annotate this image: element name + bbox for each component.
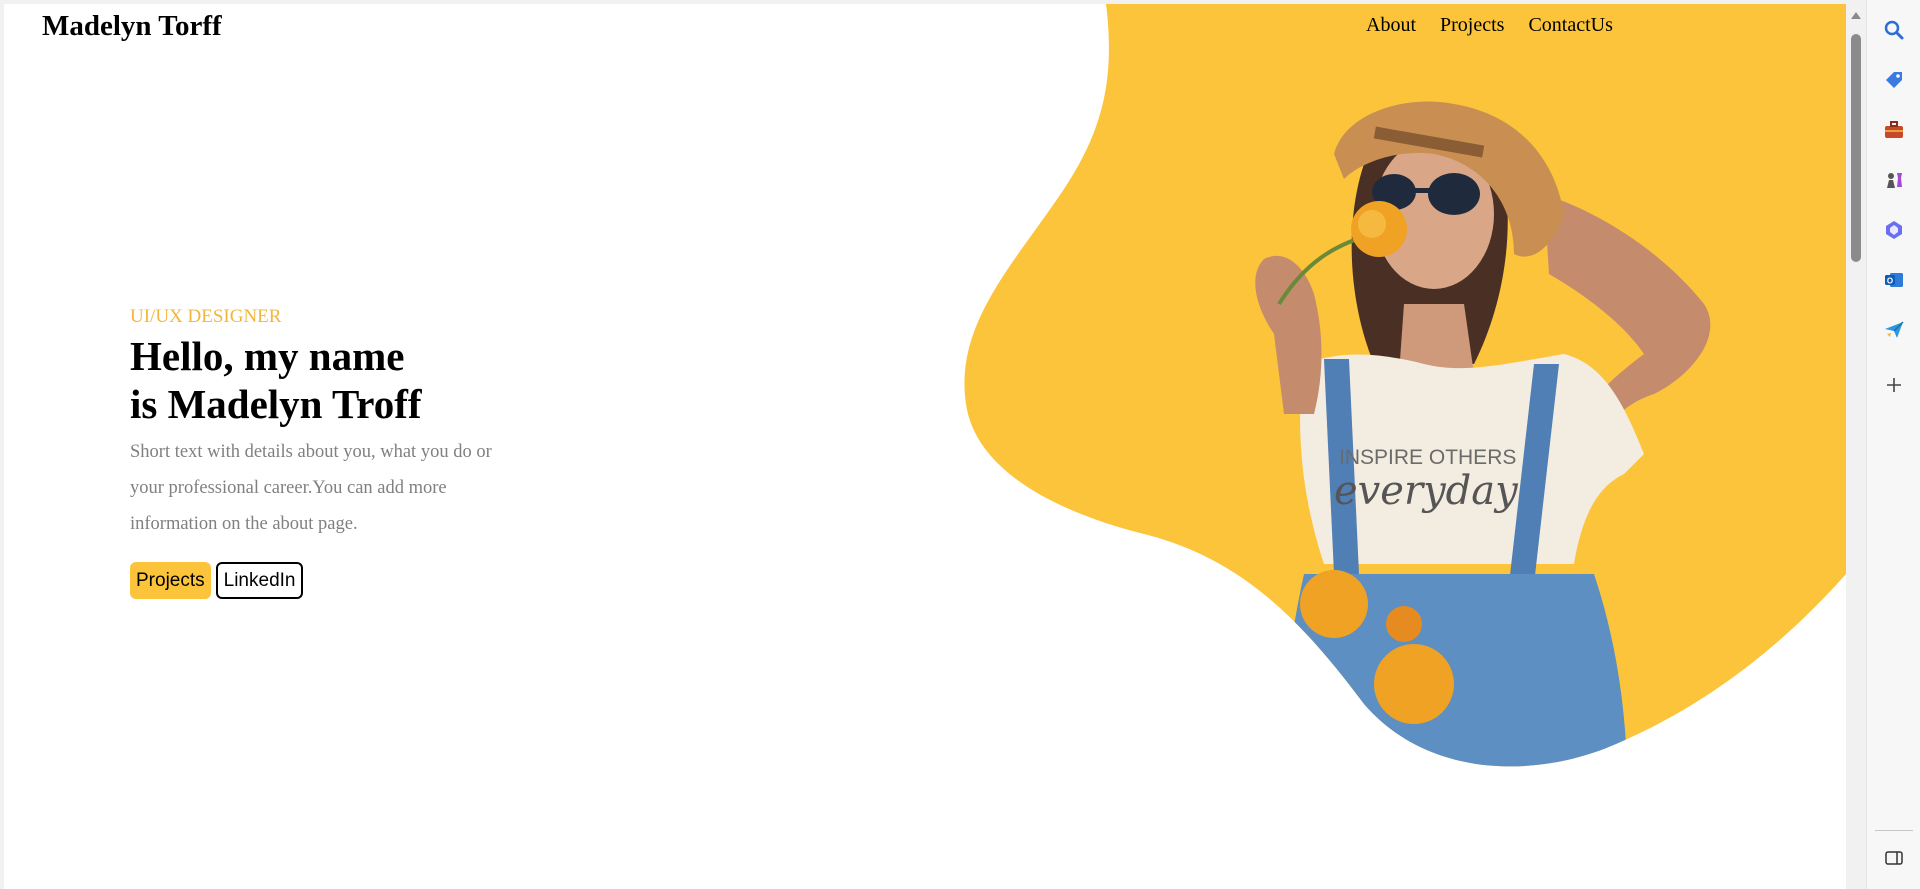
nav-about-link[interactable]: About (1366, 14, 1416, 37)
chess-icon[interactable] (1882, 168, 1906, 192)
svg-text:INSPIRE OTHERS: INSPIRE OTHERS (1339, 446, 1516, 469)
panel-toggle-icon[interactable] (1882, 846, 1906, 870)
page: INSPIRE OTHERS everyday Madelyn Torff Ab… (4, 4, 1846, 889)
search-icon[interactable] (1882, 18, 1906, 42)
main-nav: About Projects ContactUs (1366, 14, 1613, 37)
sidebar-divider (1875, 830, 1913, 831)
briefcase-icon[interactable] (1882, 118, 1906, 142)
svg-text:everyday: everyday (1334, 468, 1519, 514)
headline-line-1: Hello, my name (130, 333, 405, 379)
role-label: UI/UX DESIGNER (130, 306, 282, 327)
projects-button[interactable]: Projects (130, 562, 211, 599)
svg-text:O: O (1887, 277, 1893, 286)
send-icon[interactable] (1882, 318, 1906, 342)
add-icon[interactable] (1882, 373, 1906, 397)
scrollbar-thumb[interactable] (1851, 34, 1861, 262)
site-logo[interactable]: Madelyn Torff (42, 10, 222, 43)
page-scrollbar[interactable] (1846, 4, 1866, 889)
hero-section: UI/UX DESIGNER Hello, my name is Madelyn… (130, 306, 510, 599)
tag-icon[interactable] (1882, 68, 1906, 92)
linkedin-button[interactable]: LinkedIn (215, 562, 304, 599)
hero-description: Short text with details about you, what … (130, 442, 492, 534)
hero-headline: Hello, my name is Madelyn Troff (130, 332, 510, 428)
headline-line-2: is Madelyn Troff (130, 381, 422, 427)
nav-projects-link[interactable]: Projects (1440, 14, 1504, 37)
outlook-icon[interactable]: O (1882, 268, 1906, 292)
copilot-icon[interactable] (1882, 218, 1906, 242)
hero-buttons: Projects LinkedIn (130, 562, 510, 599)
scroll-up-arrow-icon[interactable] (1851, 12, 1861, 19)
browser-sidebar: O (1866, 0, 1920, 889)
nav-contact-link[interactable]: ContactUs (1528, 14, 1612, 37)
